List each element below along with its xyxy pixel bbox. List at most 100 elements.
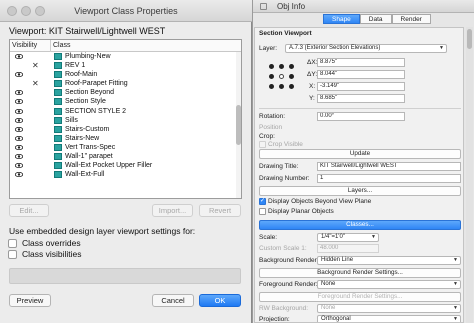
column-header-visibility[interactable]: Visibility	[12, 42, 37, 49]
class-icon	[54, 153, 62, 161]
scroll-thumb[interactable]	[467, 29, 472, 49]
class-overrides-checkbox[interactable]	[8, 239, 17, 248]
position-dot-icon[interactable]	[289, 64, 294, 69]
table-row[interactable]: SECTION STYLE 2	[10, 107, 234, 116]
class-list[interactable]: Visibility Class Plumbing-New ✕ REV 1 Roof-…	[9, 39, 242, 199]
preview-button[interactable]: Preview	[9, 294, 51, 307]
eye-icon[interactable]	[15, 172, 23, 178]
table-row[interactable]: Sills	[10, 116, 234, 125]
layer-value: A.7.3 (Exterior Section Elevations)	[289, 45, 381, 51]
position-dot-icon[interactable]	[269, 74, 274, 79]
eye-icon[interactable]	[15, 154, 23, 160]
x-field[interactable]: -3.149"	[317, 82, 405, 91]
crop-visible-checkbox[interactable]	[259, 141, 266, 148]
ok-button[interactable]: OK	[199, 294, 241, 307]
eye-icon[interactable]	[15, 126, 23, 132]
eye-icon[interactable]	[15, 99, 23, 105]
table-row[interactable]: ✕ REV 1	[10, 61, 234, 70]
eye-icon[interactable]	[15, 90, 23, 96]
update-button[interactable]: Update	[259, 149, 461, 159]
drawing-title-field[interactable]: KIT Stairwell/Lightwell WEST	[317, 162, 461, 171]
column-header-class[interactable]: Class	[53, 42, 71, 49]
display-beyond-checkbox[interactable]	[259, 197, 266, 205]
class-name: Stairs-New	[65, 134, 100, 142]
table-row[interactable]: ✕ Roof-Parapet Fitting	[10, 79, 234, 88]
obj-info-tabs: Shape Data Render	[323, 14, 431, 25]
custom-scale-label: Custom Scale 1:	[259, 245, 307, 252]
revert-button[interactable]: Revert	[199, 204, 241, 217]
drawing-number-label: Drawing Number:	[259, 175, 310, 182]
class-list-scrollbar[interactable]	[236, 52, 241, 198]
table-row[interactable]: Wall-1" parapet	[10, 152, 234, 161]
eye-icon[interactable]	[15, 117, 23, 123]
table-row[interactable]: Section Beyond	[10, 88, 234, 97]
custom-scale-field[interactable]: 48.000	[317, 244, 379, 253]
invisible-x-icon[interactable]: ✕	[32, 79, 39, 88]
tab-shape[interactable]: Shape	[323, 14, 360, 24]
class-list-header: Visibility Class	[10, 40, 241, 52]
eye-icon[interactable]	[15, 135, 23, 141]
table-row[interactable]: Vert Trans-Spec	[10, 143, 234, 152]
class-name: Plumbing-New	[65, 53, 111, 60]
table-row[interactable]: Wall-Ext Pocket Upper Filler	[10, 161, 234, 170]
rw-background-select[interactable]: None ▼	[317, 304, 461, 313]
bg-render-label: Background Render:	[259, 257, 319, 264]
rotation-field[interactable]: 0.00°	[317, 112, 405, 121]
eye-icon[interactable]	[15, 163, 23, 169]
class-name: Roof-Parapet Fitting	[65, 80, 128, 88]
fg-render-select[interactable]: None ▼	[317, 280, 461, 289]
class-visibilities-option[interactable]: Class visibilities	[8, 249, 82, 259]
table-row[interactable]: Section Style	[10, 97, 234, 106]
edit-button[interactable]: Edit...	[9, 204, 49, 217]
table-row[interactable]: Stairs-New	[10, 134, 234, 143]
bg-render-select[interactable]: Hidden Line ▼	[317, 256, 461, 265]
obj-info-scrollbar[interactable]	[466, 27, 473, 323]
position-dot-icon[interactable]	[289, 84, 294, 89]
rw-background-label: RW Background:	[259, 305, 309, 312]
info-field	[9, 268, 241, 284]
x-label: X:	[309, 83, 316, 90]
palette-close-icon[interactable]	[260, 3, 267, 10]
eye-icon[interactable]	[15, 144, 23, 150]
table-row[interactable]: Wall-Ext-Full	[10, 170, 234, 179]
position-dot-icon[interactable]	[289, 74, 294, 79]
position-dot-icon[interactable]	[269, 84, 274, 89]
layer-select[interactable]: A.7.3 (Exterior Section Elevations) ▼	[285, 44, 447, 53]
display-planar-checkbox[interactable]	[259, 208, 266, 215]
class-visibilities-label: Class visibilities	[22, 249, 82, 259]
drawing-number-field[interactable]: 1	[317, 174, 461, 183]
layers-button[interactable]: Layers...	[259, 186, 461, 196]
dx-field[interactable]: 8.875"	[317, 58, 405, 67]
bg-render-settings-button[interactable]: Background Render Settings...	[259, 268, 461, 278]
dy-field[interactable]: 8.044"	[317, 70, 405, 79]
invisible-x-icon[interactable]: ✕	[32, 61, 39, 70]
scale-select[interactable]: 1/4"=1'0" ▼	[317, 233, 379, 242]
class-overrides-option[interactable]: Class overrides	[8, 238, 81, 248]
eye-icon[interactable]	[15, 72, 23, 78]
tab-data[interactable]: Data	[359, 14, 392, 24]
table-row[interactable]: Stairs-Custom	[10, 125, 234, 134]
y-field[interactable]: 8.685"	[317, 94, 405, 103]
eye-icon[interactable]	[15, 54, 23, 59]
class-visibilities-checkbox[interactable]	[8, 250, 17, 259]
display-beyond-label: Display Objects Beyond View Plane	[268, 198, 372, 205]
eye-icon[interactable]	[15, 108, 23, 114]
position-dot-icon[interactable]	[279, 64, 284, 69]
obj-info-titlebar: Obj Info	[253, 0, 474, 13]
scroll-thumb[interactable]	[236, 105, 241, 145]
rw-background-value: None	[321, 305, 336, 311]
table-row[interactable]: Plumbing-New	[10, 52, 234, 61]
tab-render[interactable]: Render	[391, 14, 431, 24]
table-row[interactable]: Roof-Main	[10, 70, 234, 79]
classes-button[interactable]: Classes...	[259, 220, 461, 230]
position-dot-icon[interactable]	[269, 64, 274, 69]
class-name: Wall-1" parapet	[65, 153, 113, 161]
fg-render-settings-button[interactable]: Foreground Render Settings...	[259, 292, 461, 302]
position-dot-icon[interactable]	[279, 84, 284, 89]
position-dot-selected-icon[interactable]	[279, 74, 284, 79]
cancel-button[interactable]: Cancel	[152, 294, 194, 307]
import-button[interactable]: Import...	[152, 204, 193, 217]
projection-select[interactable]: Orthogonal ▼	[317, 315, 461, 322]
chevron-down-icon: ▼	[371, 234, 376, 240]
column-separator	[50, 40, 51, 52]
